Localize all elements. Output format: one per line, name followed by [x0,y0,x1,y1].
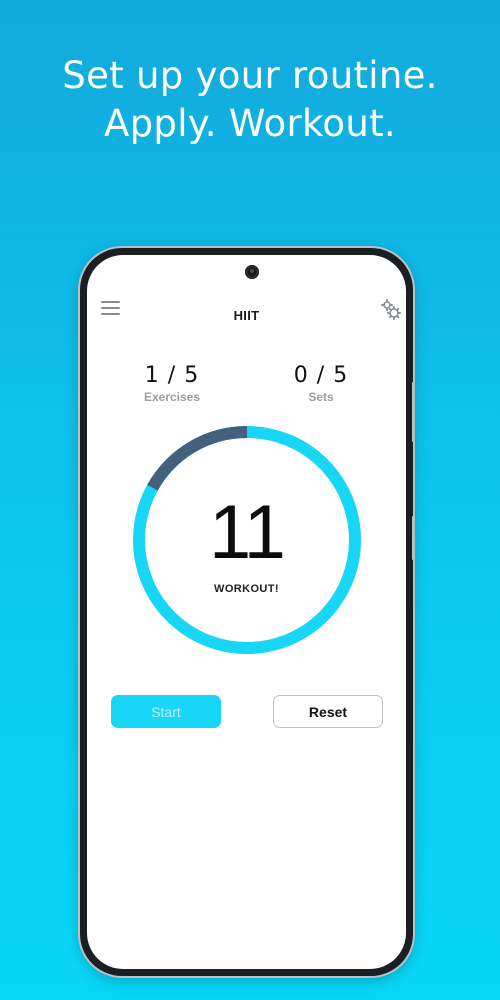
front-camera [245,265,259,279]
headline-line-2: Apply. Workout. [104,102,396,145]
exercises-stat: 1 / 5 Exercises [112,363,232,404]
sets-stat: 0 / 5 Sets [261,363,381,404]
phone-side-button-upper [412,382,415,442]
app-title: HIIT [233,308,260,323]
exercises-label: Exercises [143,390,201,404]
start-button[interactable]: Start [111,695,221,728]
phone-side-button-lower [412,516,415,560]
timer-countdown: 11 [209,490,286,575]
sets-value: 0 / 5 [293,363,349,388]
sets-label: Sets [308,390,334,404]
app-screen: HIIT 1 / 5 Exercises 0 / 5 Sets 11 WORKO… [87,255,406,969]
exercises-value: 1 / 5 [144,363,200,388]
marketing-headline: Set up your routine. Apply. Workout. [0,52,500,148]
gears-icon[interactable] [378,297,404,323]
timer-phase-label: WORKOUT! [214,583,279,595]
headline-line-1: Set up your routine. [62,54,438,97]
reset-button[interactable]: Reset [273,695,383,728]
phone-frame: HIIT 1 / 5 Exercises 0 / 5 Sets 11 WORKO… [80,248,415,976]
